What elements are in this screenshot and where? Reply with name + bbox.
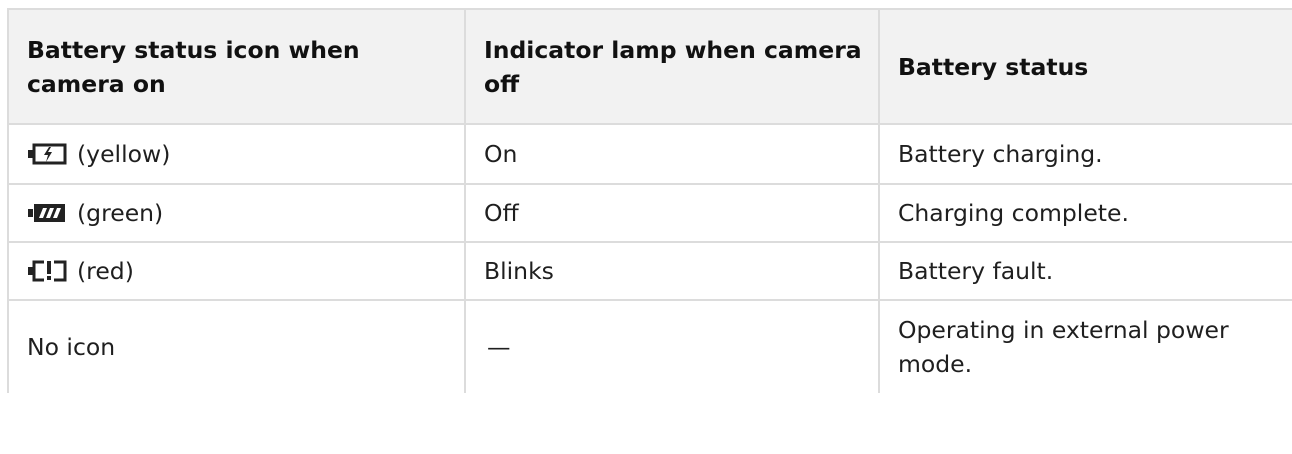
table-header-row: Battery status icon when camera on Indic… — [7, 8, 1292, 125]
battery-status-table: Battery status icon when camera on Indic… — [7, 8, 1292, 393]
battery-fault-icon — [28, 260, 67, 282]
icon-color-label: (red) — [77, 257, 134, 285]
icon-color-label: (green) — [77, 199, 164, 227]
battery-charging-icon — [28, 143, 67, 165]
icon-cell: (red) — [7, 241, 466, 301]
icon-cell: (yellow) — [7, 123, 466, 185]
lamp-cell: On — [464, 123, 880, 185]
status-cell: Operating in external power mode. — [878, 299, 1292, 393]
table-row: No icon — Operating in external power mo… — [7, 299, 1292, 393]
battery-full-icon — [28, 204, 65, 222]
icon-cell: No icon — [7, 299, 466, 393]
table-row: (green) Off Charging complete. — [7, 183, 1292, 243]
header-status-column: Battery status — [878, 8, 1292, 125]
lamp-cell: Off — [464, 183, 880, 243]
header-icon-column: Battery status icon when camera on — [7, 8, 466, 125]
lamp-cell: — — [464, 299, 880, 393]
icon-cell: (green) — [7, 183, 466, 243]
icon-color-label: (yellow) — [77, 140, 171, 168]
lamp-cell: Blinks — [464, 241, 880, 301]
table-row: (red) Blinks Battery fault. — [7, 241, 1292, 301]
status-cell: Charging complete. — [878, 183, 1292, 243]
header-lamp-column: Indicator lamp when camera off — [464, 8, 880, 125]
battery-status-table-container: Battery status icon when camera on Indic… — [7, 8, 1292, 393]
status-cell: Battery charging. — [878, 123, 1292, 185]
table-row: (yellow) On Battery charging. — [7, 123, 1292, 185]
status-cell: Battery fault. — [878, 241, 1292, 301]
